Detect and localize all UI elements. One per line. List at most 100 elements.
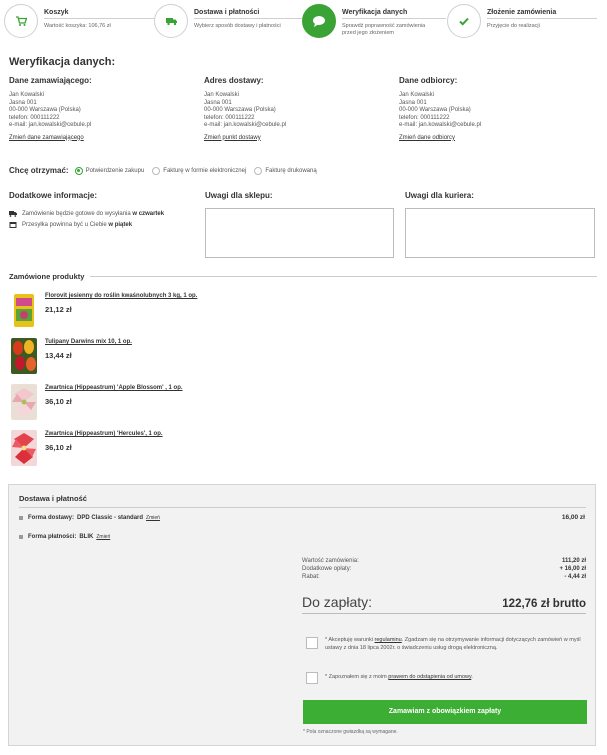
product-item: Florovit jesienny do roślin kwaśnolubnyc…: [11, 292, 311, 328]
product-image[interactable]: [11, 384, 37, 420]
radio-label: Fakturę w formie elektronicznej: [163, 167, 247, 174]
delivery-method-value: DPD Classic - standard: [77, 515, 144, 521]
radio-label: Fakturę drukowaną: [265, 167, 317, 174]
product-name[interactable]: Florovit jesienny do roślin kwaśnolubnyc…: [45, 293, 197, 299]
discount-label: Rabat:: [302, 574, 320, 580]
payment-method-row: Forma płatności: BLIK Zmień: [19, 534, 110, 540]
regulations-link[interactable]: regulaminu: [375, 637, 402, 643]
withdrawal-text: * Zapoznałem się z moim prawem do odstąp…: [325, 674, 473, 680]
ordered-products-heading: Zamówione produkty: [9, 272, 597, 281]
address-line: Jasna 001: [9, 99, 37, 106]
change-payment-link[interactable]: Zmień: [96, 534, 110, 540]
product-item: Zwartnica (Hippeastrum) 'Hercules', 1 op…: [11, 430, 311, 466]
place-order-button[interactable]: Zamawiam z obowiązkiem zapłaty: [303, 700, 587, 724]
address-line: Jasna 001: [204, 99, 232, 106]
address-line: telefon: 000111222: [204, 114, 255, 121]
product-name[interactable]: Zwartnica (Hippeastrum) 'Apple Blossom' …: [45, 385, 183, 391]
info-text: Zamówienie będzie gotowe do wysyłania: [22, 210, 131, 217]
address-line: Jan Kowalski: [204, 92, 240, 98]
shop-notes-heading: Uwagi dla sklepu:: [205, 191, 273, 200]
change-delivery-link[interactable]: Zmień: [146, 515, 160, 521]
radio-dot[interactable]: [74, 166, 83, 175]
document-type-selector: Chcę otrzymać: Potwierdzenie zakupu Fakt…: [9, 166, 325, 175]
step-divider: [487, 18, 597, 19]
extra-fees-value: + 16,00 zł: [559, 566, 586, 572]
truck-icon: [9, 210, 17, 217]
address-line: telefon: 000111222: [9, 114, 60, 121]
withdrawal-consent: * Zapoznałem się z moim prawem do odstąp…: [306, 671, 590, 684]
product-image[interactable]: [11, 430, 37, 466]
delivery-cost: 16,00 zł: [561, 514, 585, 521]
withdrawal-rights-link[interactable]: prawem do odstąpienia od umowy: [388, 674, 471, 680]
order-value: 111,20 zł: [561, 558, 586, 564]
cart-icon: [4, 4, 38, 38]
step-title: Weryfikacja danych: [342, 9, 408, 16]
radio-printed-invoice[interactable]: Fakturę drukowaną: [254, 166, 317, 175]
step-cart[interactable]: Koszyk Wartość koszyka: 106,76 zł: [4, 4, 156, 38]
discount-value: - 4,44 zł: [564, 574, 586, 580]
page-title: Weryfikacja danych:: [9, 56, 116, 68]
info-bold: w czwartek: [132, 210, 165, 217]
step-desc: Wybierz sposób dostawy i płatności: [194, 23, 281, 29]
change-delivery-point-link[interactable]: Zmień punkt dostawy: [204, 135, 261, 141]
radio-electronic-invoice[interactable]: Fakturę w formie elektronicznej: [152, 166, 247, 175]
column-heading: Dane odbiorcy:: [399, 76, 458, 85]
radio-dot[interactable]: [254, 166, 263, 175]
order-value-label: Wartość zamówienia:: [302, 558, 359, 564]
payment-method-value: BLIK: [79, 534, 94, 540]
extra-fees-row: Dodatkowe opłaty: + 16,00 zł: [302, 566, 586, 572]
change-orderer-link[interactable]: Zmień dane zamawiającego: [9, 135, 84, 141]
product-name[interactable]: Tulipany Darwins mix 10, 1 op.: [45, 339, 132, 345]
radio-purchase-confirmation[interactable]: Potwierdzenie zakupu: [74, 166, 145, 175]
check-icon: [447, 4, 481, 38]
address-line: e-mail: jan.kowalski@cebule.pl: [399, 122, 482, 128]
radio-label: Potwierdzenie zakupu: [85, 167, 145, 174]
total-row: Do zapłaty: 122,76 zł brutto: [302, 594, 586, 610]
address-line: telefon: 000111222: [399, 114, 450, 121]
step-verification[interactable]: Weryfikacja danych Sprawdź poprawność za…: [302, 4, 452, 38]
step-divider: [194, 18, 302, 19]
divider: [90, 276, 597, 277]
required-fields-note: * Pola oznaczone gwiazdką są wymagane.: [303, 729, 398, 735]
step-title: Dostawa i płatności: [194, 9, 260, 16]
delivery-method-label: Forma dostawy:: [28, 515, 75, 521]
address-line: 00-000 Warszawa (Polska): [204, 107, 276, 113]
step-delivery[interactable]: Dostawa i płatności Wybierz sposób dosta…: [154, 4, 304, 38]
terms-checkbox[interactable]: [306, 637, 318, 649]
address-line: e-mail: jan.kowalski@cebule.pl: [204, 122, 287, 128]
step-title: Złożenie zamówienia: [487, 9, 557, 16]
radio-dot[interactable]: [152, 166, 161, 175]
step-submit[interactable]: Złożenie zamówienia Przyjęcie do realiza…: [447, 4, 603, 38]
additional-info-heading: Dodatkowe informacje:: [9, 191, 98, 200]
delivery-address: Adres dostawy: Jan Kowalski Jasna 001 00…: [204, 76, 394, 141]
change-recipient-link[interactable]: Zmień dane odbiorcy: [399, 135, 455, 141]
product-price: 36,10 zł: [45, 397, 72, 406]
product-image[interactable]: [11, 292, 37, 328]
product-name[interactable]: Zwartnica (Hippeastrum) 'Hercules', 1 op…: [45, 431, 163, 437]
address-line: Jan Kowalski: [9, 92, 45, 98]
summary-heading: Dostawa i płatność: [19, 494, 87, 503]
recipient-data: Dane odbiorcy: Jan Kowalski Jasna 001 00…: [399, 76, 589, 141]
column-heading: Dane zamawiającego:: [9, 76, 92, 85]
courier-notes-textarea[interactable]: [405, 208, 595, 258]
shipping-ready-info: Zamówienie będzie gotowe do wysyłania w …: [9, 210, 164, 217]
shop-notes-textarea[interactable]: [205, 208, 394, 258]
checkout-steps: Koszyk Wartość koszyka: 106,76 zł Dostaw…: [0, 0, 607, 44]
step-desc: Sprawdź poprawność zamówienia przed jego …: [342, 23, 426, 36]
info-bold: w piątek: [108, 221, 133, 228]
address-line: 00-000 Warszawa (Polska): [9, 107, 81, 113]
product-image[interactable]: [11, 338, 37, 374]
courier-notes-heading: Uwagi dla kuriera:: [405, 191, 474, 200]
address-line: e-mail: jan.kowalski@cebule.pl: [9, 122, 92, 128]
product-item: Zwartnica (Hippeastrum) 'Apple Blossom' …: [11, 384, 311, 420]
column-heading: Adres dostawy:: [204, 76, 264, 85]
step-divider: [44, 18, 156, 19]
withdrawal-checkbox[interactable]: [306, 672, 318, 684]
product-price: 36,10 zł: [45, 443, 72, 452]
total-value: 122,76 zł brutto: [502, 598, 586, 610]
divider: [302, 613, 586, 614]
total-label: Do zapłaty:: [302, 594, 373, 610]
terms-consent: * Akceptuję warunki regulaminu. Zgadzam …: [306, 636, 590, 652]
bullet-icon: [19, 535, 23, 539]
chat-icon: [302, 4, 336, 38]
